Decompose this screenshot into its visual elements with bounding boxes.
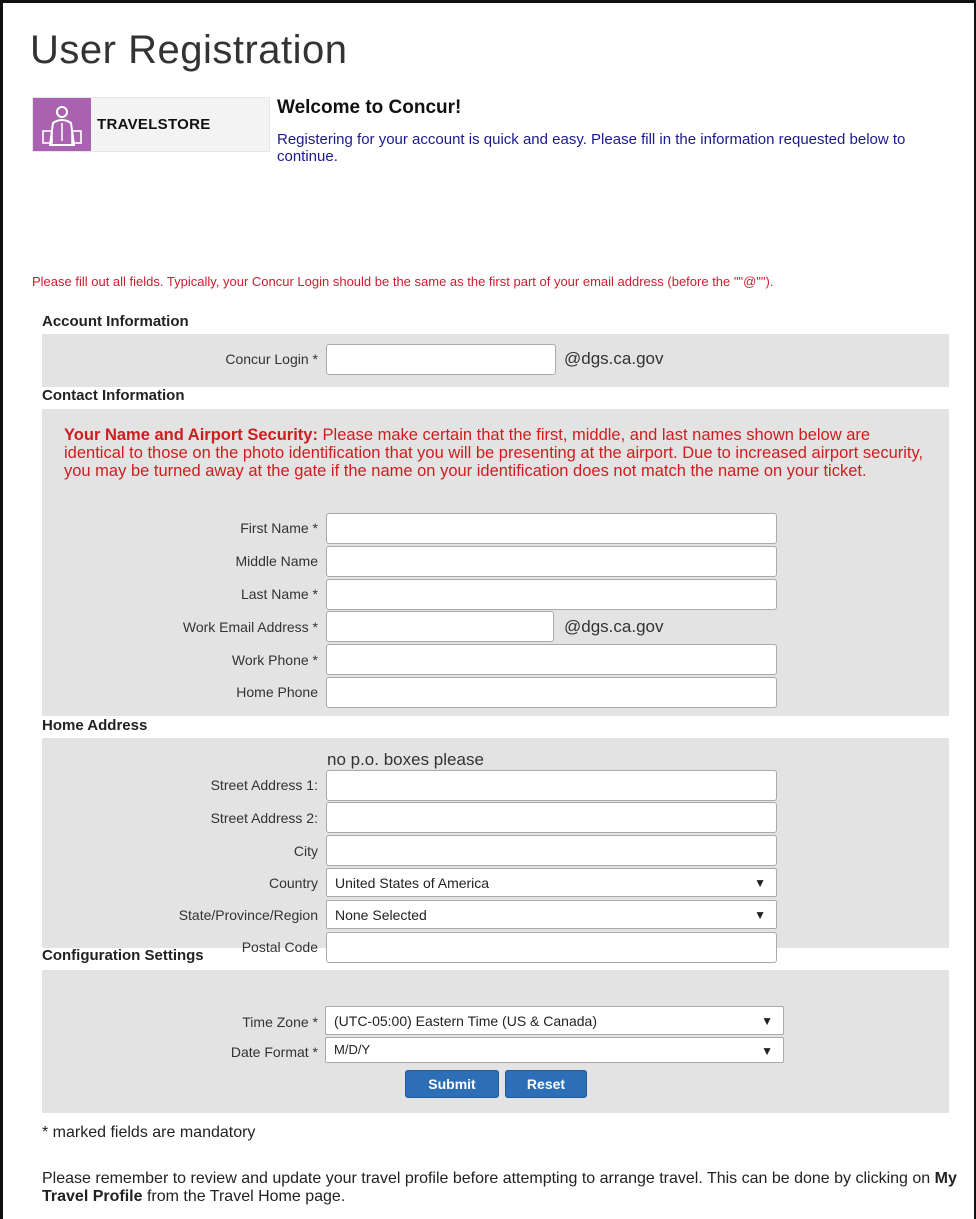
- country-value: United States of America: [335, 875, 490, 891]
- address-section-title: Home Address: [42, 717, 148, 734]
- middle-name-input[interactable]: [326, 546, 777, 577]
- mandatory-note: * marked fields are mandatory: [42, 1124, 256, 1141]
- page-title: User Registration: [30, 28, 348, 72]
- last-name-label: Last Name *: [240, 586, 318, 602]
- concierge-icon: [33, 98, 91, 151]
- work-email-input[interactable]: [326, 611, 554, 642]
- profile-reminder: Please remember to review and update you…: [42, 1170, 962, 1206]
- login-domain: @dgs.ca.gov: [564, 349, 664, 368]
- work-email-label: Work Email Address *: [182, 619, 318, 635]
- country-label: Country: [268, 875, 318, 891]
- dropdown-arrow-icon: ▼: [761, 1044, 773, 1058]
- work-phone-label: Work Phone *: [231, 652, 318, 668]
- submit-button[interactable]: Submit: [405, 1070, 499, 1098]
- timezone-value: (UTC-05:00) Eastern Time (US & Canada): [334, 1013, 597, 1029]
- dropdown-arrow-icon: ▼: [754, 908, 766, 922]
- state-select[interactable]: None Selected ▼: [326, 900, 777, 929]
- welcome-title: Welcome to Concur!: [277, 97, 462, 118]
- date-format-label: Date Format *: [230, 1044, 318, 1060]
- street1-input[interactable]: [326, 770, 777, 801]
- middle-name-label: Middle Name: [235, 553, 318, 569]
- city-label: City: [293, 843, 318, 859]
- dropdown-arrow-icon: ▼: [761, 1014, 773, 1028]
- reminder-text: Please remember to review and update you…: [42, 1170, 935, 1187]
- work-phone-input[interactable]: [326, 644, 777, 675]
- first-name-input[interactable]: [326, 513, 777, 544]
- street2-label: Street Address 2:: [210, 810, 318, 826]
- logo-text: TRAVELSTORE: [97, 116, 211, 133]
- timezone-label: Time Zone *: [242, 1014, 318, 1030]
- concur-login-label: Concur Login *: [225, 351, 318, 367]
- reminder-text-end: from the Travel Home page.: [142, 1188, 346, 1205]
- email-domain: @dgs.ca.gov: [564, 617, 664, 636]
- home-phone-label: Home Phone: [236, 684, 318, 700]
- airport-security-warning: Your Name and Airport Security: Please m…: [64, 426, 934, 480]
- timezone-select[interactable]: (UTC-05:00) Eastern Time (US & Canada) ▼: [325, 1006, 784, 1035]
- reset-button[interactable]: Reset: [505, 1070, 587, 1098]
- state-value: None Selected: [335, 907, 427, 923]
- state-label: State/Province/Region: [178, 907, 318, 923]
- instructions-notice: Please fill out all fields. Typically, y…: [32, 274, 774, 289]
- config-section-title: Configuration Settings: [42, 947, 204, 964]
- po-box-hint: no p.o. boxes please: [327, 750, 484, 769]
- last-name-input[interactable]: [326, 579, 777, 610]
- street1-label: Street Address 1:: [210, 777, 318, 793]
- first-name-label: First Name *: [240, 520, 318, 536]
- country-select[interactable]: United States of America ▼: [326, 868, 777, 897]
- welcome-text: Registering for your account is quick an…: [277, 131, 906, 165]
- travelstore-logo: TRAVELSTORE: [32, 97, 270, 152]
- postal-code-input[interactable]: [326, 932, 777, 963]
- contact-section-title: Contact Information: [42, 387, 185, 404]
- security-heading: Your Name and Airport Security:: [64, 426, 318, 444]
- concur-login-input[interactable]: [326, 344, 556, 375]
- home-phone-input[interactable]: [326, 677, 777, 708]
- date-format-select[interactable]: M/D/Y ▼: [325, 1037, 784, 1063]
- account-panel: Concur Login * @dgs.ca.gov: [42, 334, 949, 387]
- account-section-title: Account Information: [42, 313, 189, 330]
- date-format-value: M/D/Y: [334, 1042, 371, 1057]
- city-input[interactable]: [326, 835, 777, 866]
- dropdown-arrow-icon: ▼: [754, 876, 766, 890]
- street2-input[interactable]: [326, 802, 777, 833]
